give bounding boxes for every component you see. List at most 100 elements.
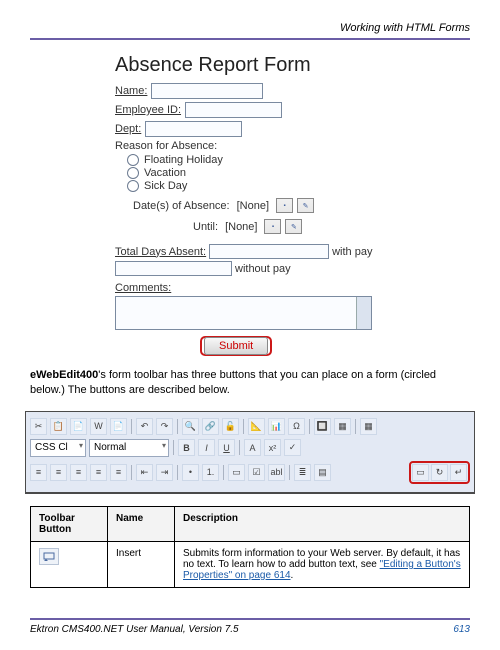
comments-textarea[interactable]: [115, 296, 372, 330]
footer-title: Ektron CMS400.NET User Manual, Version 7…: [30, 624, 239, 635]
align-center-icon[interactable]: ≡: [50, 464, 67, 481]
toolbar-icon[interactable]: abl: [268, 464, 285, 481]
redo-icon[interactable]: ↷: [156, 418, 173, 435]
italic-icon[interactable]: I: [198, 439, 215, 456]
align-left-icon[interactable]: ≡: [30, 464, 47, 481]
name-input[interactable]: [151, 83, 263, 99]
font-color-icon[interactable]: A: [244, 439, 261, 456]
toolbar-icon[interactable]: 📊: [268, 418, 285, 435]
until-label: Until:: [193, 221, 218, 233]
without-pay-label: without pay: [235, 263, 291, 275]
table-header: Toolbar Button: [31, 506, 108, 541]
toolbar-icon[interactable]: ▦: [360, 418, 377, 435]
table-cell-icon: [31, 541, 108, 587]
header-rule: [30, 38, 470, 40]
date-value: [None]: [234, 200, 272, 212]
reason-label: Reason for Absence:: [115, 140, 470, 152]
toolbar-icon[interactable]: ▭: [228, 464, 245, 481]
superscript-icon[interactable]: x²: [264, 439, 281, 456]
button-description-table: Toolbar Button Name Description Insert S…: [30, 506, 470, 588]
toolbar-separator: [131, 419, 132, 434]
toolbar-separator: [289, 465, 290, 480]
table-header: Name: [108, 506, 175, 541]
css-class-dropdown[interactable]: CSS Cl: [30, 439, 86, 457]
toolbar-icon[interactable]: W: [90, 418, 107, 435]
page-footer: Ektron CMS400.NET User Manual, Version 7…: [30, 618, 470, 635]
align-right-icon[interactable]: ≡: [70, 464, 87, 481]
radio-floating-holiday[interactable]: [127, 154, 139, 166]
toolbar-separator: [173, 440, 174, 455]
form-buttons-highlight: ▭ ↻ ↵: [409, 461, 470, 484]
toolbar-icon[interactable]: ✓: [284, 439, 301, 456]
radio-sick-day[interactable]: [127, 180, 139, 192]
toolbar-icon[interactable]: Ω: [288, 418, 305, 435]
table-row: Insert Submits form information to your …: [31, 541, 470, 587]
body-paragraph: eWebEdit400's form toolbar has three but…: [30, 368, 470, 399]
absence-form-screenshot: Absence Report Form Name: Employee ID: D…: [115, 54, 470, 356]
toolbar-icon[interactable]: ▦: [334, 418, 351, 435]
calendar-icon[interactable]: [264, 219, 281, 234]
comments-label: Comments:: [115, 282, 470, 294]
underline-icon[interactable]: U: [218, 439, 235, 456]
radio-vacation[interactable]: [127, 167, 139, 179]
toolbar-icon[interactable]: 🔲: [314, 418, 331, 435]
employee-id-input[interactable]: [185, 102, 282, 118]
toolbar-separator: [355, 419, 356, 434]
name-label: Name:: [115, 85, 147, 97]
toolbar-separator: [223, 465, 224, 480]
section-header: Working with HTML Forms: [30, 22, 470, 34]
form-submit-icon[interactable]: ↵: [450, 464, 467, 481]
toolbar-icon[interactable]: 🔓: [222, 418, 239, 435]
calendar-icon[interactable]: [276, 198, 293, 213]
form-insert-icon[interactable]: ▭: [412, 464, 429, 481]
dept-label: Dept:: [115, 123, 141, 135]
toolbar-icon[interactable]: ☑: [248, 464, 265, 481]
toolbar-icon[interactable]: ▤: [314, 464, 331, 481]
submit-button[interactable]: Submit: [204, 337, 268, 355]
toolbar-icon[interactable]: 📄: [70, 418, 87, 435]
radio-label: Vacation: [144, 167, 186, 179]
radio-label: Floating Holiday: [144, 154, 223, 166]
toolbar-icon[interactable]: ✂: [30, 418, 47, 435]
page-number: 613: [453, 624, 470, 635]
submit-button-highlight: Submit: [200, 336, 272, 356]
without-pay-input[interactable]: [115, 261, 232, 276]
toolbar-icon[interactable]: 🔗: [202, 418, 219, 435]
toolbar-separator: [239, 440, 240, 455]
indent-icon[interactable]: ⇥: [156, 464, 173, 481]
toolbar-separator: [131, 465, 132, 480]
toolbar-icon[interactable]: 📄: [110, 418, 127, 435]
toolbar-icon[interactable]: ≡: [110, 464, 127, 481]
bullet-list-icon[interactable]: •: [182, 464, 199, 481]
table-header: Description: [175, 506, 470, 541]
toolbar-icon[interactable]: 🔍: [182, 418, 199, 435]
employee-id-label: Employee ID:: [115, 104, 181, 116]
outdent-icon[interactable]: ⇤: [136, 464, 153, 481]
bold-icon[interactable]: B: [178, 439, 195, 456]
toolbar-separator: [309, 419, 310, 434]
form-reset-icon[interactable]: ↻: [431, 464, 448, 481]
toolbar-separator: [177, 419, 178, 434]
number-list-icon[interactable]: 1.: [202, 464, 219, 481]
undo-icon[interactable]: ↶: [136, 418, 153, 435]
insert-button-icon: [39, 548, 59, 565]
editor-toolbar-screenshot: ✂ 📋 📄 W 📄 ↶ ↷ 🔍 🔗 🔓 📐 📊 Ω 🔲 ▦ ▦ CSS Cl N…: [25, 411, 475, 494]
radio-label: Sick Day: [144, 180, 187, 192]
toolbar-icon[interactable]: 📋: [50, 418, 67, 435]
with-pay-input[interactable]: [209, 244, 329, 259]
format-dropdown[interactable]: Normal: [89, 439, 169, 457]
toolbar-separator: [243, 419, 244, 434]
toolbar-icon[interactable]: 📐: [248, 418, 265, 435]
total-days-label: Total Days Absent:: [115, 246, 206, 258]
table-cell-description: Submits form information to your Web ser…: [175, 541, 470, 587]
table-cell-name: Insert: [108, 541, 175, 587]
toolbar-separator: [177, 465, 178, 480]
product-name: eWebEdit400: [30, 369, 98, 381]
with-pay-label: with pay: [332, 246, 372, 258]
dept-input[interactable]: [145, 121, 242, 137]
toolbar-icon[interactable]: ≣: [294, 464, 311, 481]
align-justify-icon[interactable]: ≡: [90, 464, 107, 481]
calendar-edit-icon[interactable]: [285, 219, 302, 234]
dates-of-absence-label: Date(s) of Absence:: [133, 200, 230, 212]
calendar-edit-icon[interactable]: [297, 198, 314, 213]
